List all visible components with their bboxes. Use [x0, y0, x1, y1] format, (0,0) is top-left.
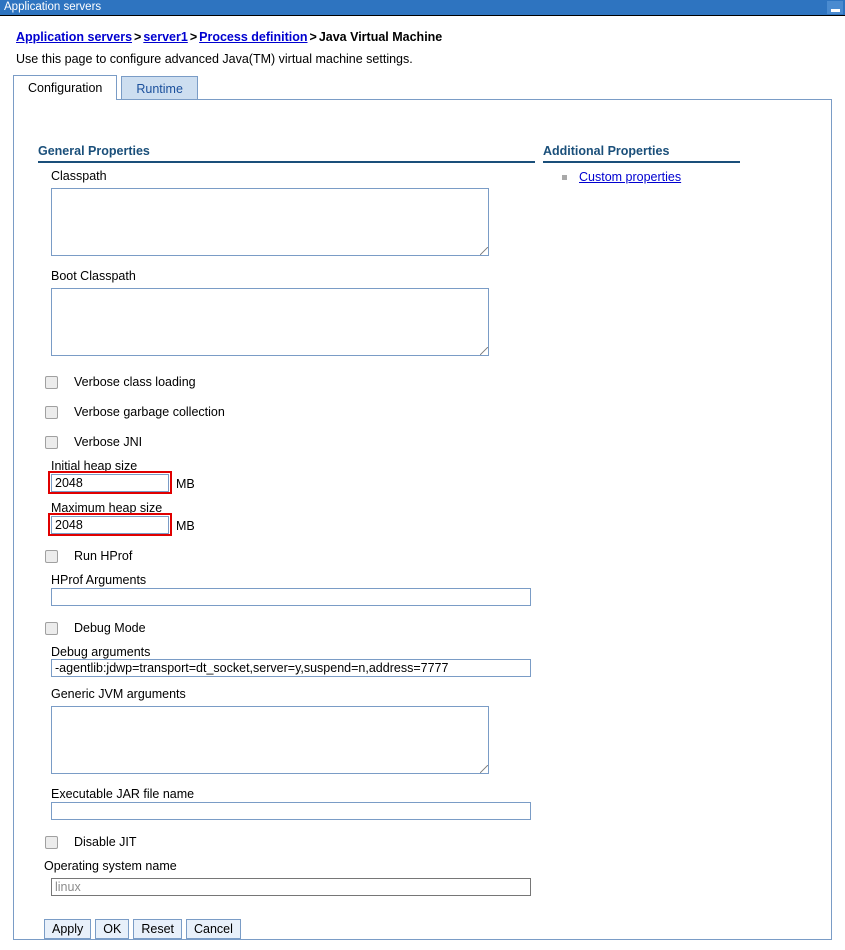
- breadcrumb-link-process-definition[interactable]: Process definition: [199, 30, 307, 44]
- cancel-button[interactable]: Cancel: [186, 919, 241, 939]
- breadcrumb: Application servers > server1 > Process defi…: [16, 30, 442, 44]
- hprof-arguments-label: HProf Arguments: [51, 573, 147, 587]
- verbose-jni-row[interactable]: Verbose JNI: [45, 435, 142, 449]
- verbose-garbage-collection-checkbox[interactable]: [45, 405, 58, 419]
- disable-jit-label: Disable JIT: [74, 835, 137, 849]
- apply-button[interactable]: Apply: [44, 919, 92, 939]
- reset-button[interactable]: Reset: [133, 919, 182, 939]
- run-hprof-label: Run HProf: [74, 549, 133, 563]
- link-custom-properties[interactable]: Custom properties: [579, 170, 681, 184]
- window-title: Application servers: [4, 1, 102, 13]
- operating-system-name-input[interactable]: [51, 878, 531, 896]
- breadcrumb-separator-2: >: [189, 30, 198, 44]
- verbose-jni-label: Verbose JNI: [74, 435, 143, 449]
- initial-heap-size-input[interactable]: [51, 474, 169, 492]
- maximum-heap-size-unit: MB: [176, 519, 195, 533]
- classpath-label: Classpath: [51, 169, 107, 183]
- debug-arguments-label: Debug arguments: [51, 645, 151, 659]
- breadcrumb-link-application-servers[interactable]: Application servers: [16, 30, 132, 44]
- debug-mode-label: Debug Mode: [74, 621, 146, 635]
- disable-jit-row[interactable]: Disable JIT: [45, 835, 137, 849]
- tab-bar: Configuration Runtime: [13, 75, 198, 100]
- tab-configuration[interactable]: Configuration: [13, 75, 118, 100]
- generic-jvm-arguments-label: Generic JVM arguments: [51, 687, 186, 701]
- generic-jvm-arguments-textarea[interactable]: [51, 706, 489, 774]
- classpath-textarea[interactable]: [51, 188, 489, 256]
- verbose-class-loading-row[interactable]: Verbose class loading: [45, 375, 196, 389]
- run-hprof-checkbox[interactable]: [45, 549, 58, 563]
- minimize-icon[interactable]: [827, 1, 843, 14]
- verbose-class-loading-checkbox[interactable]: [45, 375, 58, 389]
- breadcrumb-current-java-virtual-machine: Java Virtual Machine: [318, 30, 443, 44]
- ok-button[interactable]: OK: [95, 919, 130, 939]
- verbose-class-loading-label: Verbose class loading: [74, 375, 196, 389]
- verbose-garbage-collection-row[interactable]: Verbose garbage collection: [45, 405, 225, 419]
- verbose-jni-checkbox[interactable]: [45, 435, 58, 449]
- boot-classpath-textarea[interactable]: [51, 288, 489, 356]
- hprof-arguments-input[interactable]: [51, 588, 531, 606]
- breadcrumb-link-server1[interactable]: server1: [143, 30, 188, 44]
- executable-jar-input[interactable]: [51, 802, 531, 820]
- disable-jit-checkbox[interactable]: [45, 835, 58, 849]
- verbose-garbage-collection-label: Verbose garbage collection: [74, 405, 225, 419]
- breadcrumb-separator-1: >: [134, 30, 142, 44]
- debug-mode-checkbox[interactable]: [45, 621, 58, 635]
- window-titlebar: Application servers: [0, 0, 845, 16]
- boot-classpath-label: Boot Classpath: [51, 269, 136, 283]
- general-properties-heading: General Properties: [38, 144, 535, 163]
- additional-properties-heading: Additional Properties: [543, 144, 740, 163]
- minimize-glyph: [830, 9, 840, 12]
- executable-jar-label: Executable JAR file name: [51, 787, 195, 801]
- debug-mode-row[interactable]: Debug Mode: [45, 621, 146, 635]
- tab-runtime[interactable]: Runtime: [121, 76, 198, 100]
- page-description: Use this page to configure advanced Java…: [16, 52, 413, 66]
- square-bullet-icon: [562, 174, 567, 180]
- tab-configuration-label: Configuration: [28, 81, 103, 95]
- breadcrumb-separator-3: >: [309, 30, 317, 44]
- operating-system-name-label: Operating system name: [44, 859, 177, 873]
- maximum-heap-size-input[interactable]: [51, 516, 169, 534]
- initial-heap-size-unit: MB: [176, 477, 195, 491]
- list-item: Custom properties: [562, 170, 681, 184]
- tab-runtime-label: Runtime: [136, 81, 183, 96]
- run-hprof-row[interactable]: Run HProf: [45, 549, 132, 563]
- form-button-row: Apply OK Reset Cancel: [44, 919, 241, 939]
- debug-arguments-input[interactable]: [51, 659, 531, 677]
